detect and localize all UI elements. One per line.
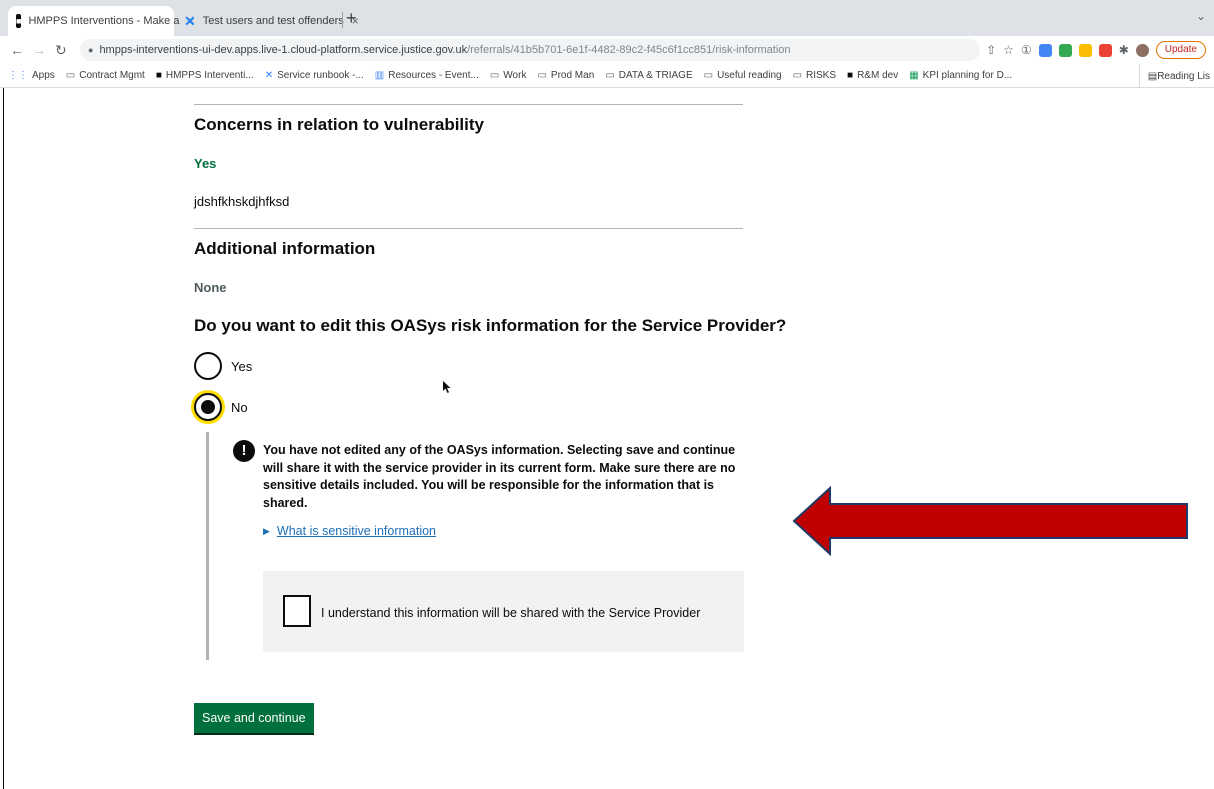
confirm-checkbox[interactable]: [283, 595, 311, 627]
extension-docs-icon[interactable]: [1038, 43, 1052, 57]
bookmark-label: Useful reading: [717, 70, 782, 81]
section-divider: [194, 228, 743, 229]
save-and-continue-button[interactable]: Save and continue: [194, 703, 314, 733]
bookmark-service-runbook[interactable]: ✕ Service runbook -...: [265, 70, 364, 81]
radio-option-no[interactable]: No: [194, 393, 248, 421]
conditional-reveal-border: [206, 432, 209, 660]
tab-test-users[interactable]: ✕ Test users and test offenders ×: [176, 6, 359, 36]
folder-icon: ▭: [703, 70, 714, 81]
bookmark-risks[interactable]: ▭ RISKS: [793, 70, 836, 81]
additional-info-answer: None: [194, 280, 227, 295]
tab-search-chevron-icon[interactable]: ⌄: [1196, 9, 1206, 23]
bookmark-prod-man[interactable]: ▭ Prod Man: [537, 70, 594, 81]
confluence-icon: ✕: [184, 12, 196, 29]
bookmark-label: Apps: [32, 70, 55, 81]
vulnerability-answer: Yes: [194, 156, 217, 171]
bookmark-resources[interactable]: ▥ Resources - Event...: [375, 70, 479, 81]
tab-hmpps-interventions[interactable]: ■ HMPPS Interventions - Make a ×: [8, 6, 194, 36]
extensions-puzzle-icon[interactable]: ✱: [1119, 43, 1129, 57]
avatar[interactable]: [1135, 43, 1149, 57]
red-arrow-annotation-icon: [792, 486, 1188, 556]
hmpps-logo-icon: ■: [847, 70, 854, 81]
password-manager-icon[interactable]: ①: [1021, 43, 1032, 57]
bookmark-label: Resources - Event...: [388, 70, 479, 81]
bar-chart-icon: ▥: [374, 70, 385, 81]
bookmark-kpi-planning[interactable]: ▦ KPI planning for D...: [909, 70, 1012, 81]
bookmark-label: Work: [503, 70, 527, 81]
bookmark-label: R&M dev: [857, 70, 899, 81]
extension-keep-icon[interactable]: [1078, 43, 1092, 57]
reading-list-icon: ▤: [1147, 70, 1158, 82]
radio-no[interactable]: [194, 393, 222, 421]
bookmark-label: DATA & TRIAGE: [618, 70, 693, 81]
share-icon[interactable]: ⇧: [986, 43, 996, 57]
bookmark-apps[interactable]: ⋮⋮ Apps: [8, 70, 55, 81]
triangle-right-icon: ▶: [263, 525, 270, 536]
folder-icon: ▭: [489, 70, 500, 81]
section-divider: [194, 104, 743, 105]
bookmark-hmpps[interactable]: ■ HMPPS Interventi...: [156, 70, 254, 81]
bookmark-label: RISKS: [806, 70, 837, 81]
sensitive-info-link[interactable]: What is sensitive information: [277, 524, 436, 538]
bookmark-label: Contract Mgmt: [79, 70, 145, 81]
viewport-edge: [3, 88, 4, 789]
extension-red-icon[interactable]: [1098, 43, 1112, 57]
vulnerability-details: jdshfkhskdjhfksd: [194, 194, 290, 209]
url-host: hmpps-interventions-ui-dev.apps.live-1.c…: [99, 44, 468, 56]
bookmark-useful-reading[interactable]: ▭ Useful reading: [704, 70, 782, 81]
bookmark-label: Prod Man: [550, 70, 595, 81]
reading-list-label: Reading Lis: [1157, 70, 1210, 82]
additional-info-heading: Additional information: [194, 239, 376, 258]
bookmark-label: HMPPS Interventi...: [165, 70, 254, 81]
folder-icon: ▭: [605, 70, 615, 81]
bookmark-label: KPI planning for D...: [922, 70, 1013, 81]
toolbar-actions: ⇧ ☆ ① ✱ Update: [986, 41, 1206, 59]
bookmark-label: Service runbook -...: [277, 70, 364, 81]
warning-text: You have not edited any of the OASys inf…: [263, 443, 736, 510]
hmpps-logo-icon: ■: [155, 70, 162, 81]
browser-tab-bar: ■ HMPPS Interventions - Make a × ✕ Test …: [0, 0, 1214, 36]
radio-no-label[interactable]: No: [231, 400, 248, 415]
apps-grid-icon: ⋮⋮: [8, 70, 28, 81]
back-arrow-icon[interactable]: ←: [10, 40, 24, 60]
edit-question-legend: Do you want to edit this OASys risk info…: [194, 316, 787, 335]
folder-icon: ▭: [537, 70, 547, 81]
bookmark-star-icon[interactable]: ☆: [1003, 43, 1014, 57]
new-tab-button[interactable]: +: [346, 9, 357, 27]
confluence-icon: ✕: [264, 70, 274, 81]
radio-option-yes[interactable]: Yes: [194, 352, 252, 380]
address-bar[interactable]: ● hmpps-interventions-ui-dev.apps.live-1…: [80, 39, 980, 61]
tab-title: HMPPS Interventions - Make a: [28, 15, 180, 27]
bookmark-work[interactable]: ▭ Work: [490, 70, 527, 81]
browser-toolbar: ← → ↻ ● hmpps-interventions-ui-dev.apps.…: [0, 36, 1214, 64]
forward-arrow-icon[interactable]: →: [32, 40, 46, 60]
confirm-checkbox-label[interactable]: I understand this information will be sh…: [321, 606, 700, 620]
warning-icon: !: [233, 440, 255, 462]
reading-list[interactable]: ▤ Reading Lis: [1138, 64, 1210, 87]
url-path: /referrals/41b5b701-6e1f-4482-89c2-f45c6…: [467, 44, 791, 56]
confirm-panel: I understand this information will be sh…: [263, 571, 744, 652]
lock-icon: ●: [88, 45, 94, 55]
vulnerability-heading: Concerns in relation to vulnerability: [194, 115, 484, 134]
bookmark-rm-dev[interactable]: ■ R&M dev: [847, 70, 898, 81]
folder-icon: ▭: [65, 70, 76, 81]
mouse-cursor-icon: [443, 381, 451, 393]
tab-separator: [342, 12, 343, 28]
bookmark-contract-mgmt[interactable]: ▭ Contract Mgmt: [66, 70, 145, 81]
hmpps-logo-icon: ■: [16, 14, 22, 28]
tab-title: Test users and test offenders: [202, 15, 344, 27]
bookmarks-bar: ⋮⋮ Apps ▭ Contract Mgmt ■ HMPPS Interventi.…: [0, 64, 1214, 88]
update-button[interactable]: Update: [1155, 41, 1206, 59]
bookmark-data-triage[interactable]: ▭ DATA & TRIAGE: [605, 70, 692, 81]
radio-yes-label[interactable]: Yes: [231, 359, 252, 374]
folder-icon: ▭: [792, 70, 803, 81]
drive-icon[interactable]: [1058, 43, 1072, 57]
sensitive-info-details[interactable]: ▶ What is sensitive information: [263, 524, 436, 538]
radio-yes[interactable]: [194, 352, 222, 380]
reload-icon[interactable]: ↻: [55, 40, 67, 60]
sheets-icon: ▦: [909, 70, 919, 81]
